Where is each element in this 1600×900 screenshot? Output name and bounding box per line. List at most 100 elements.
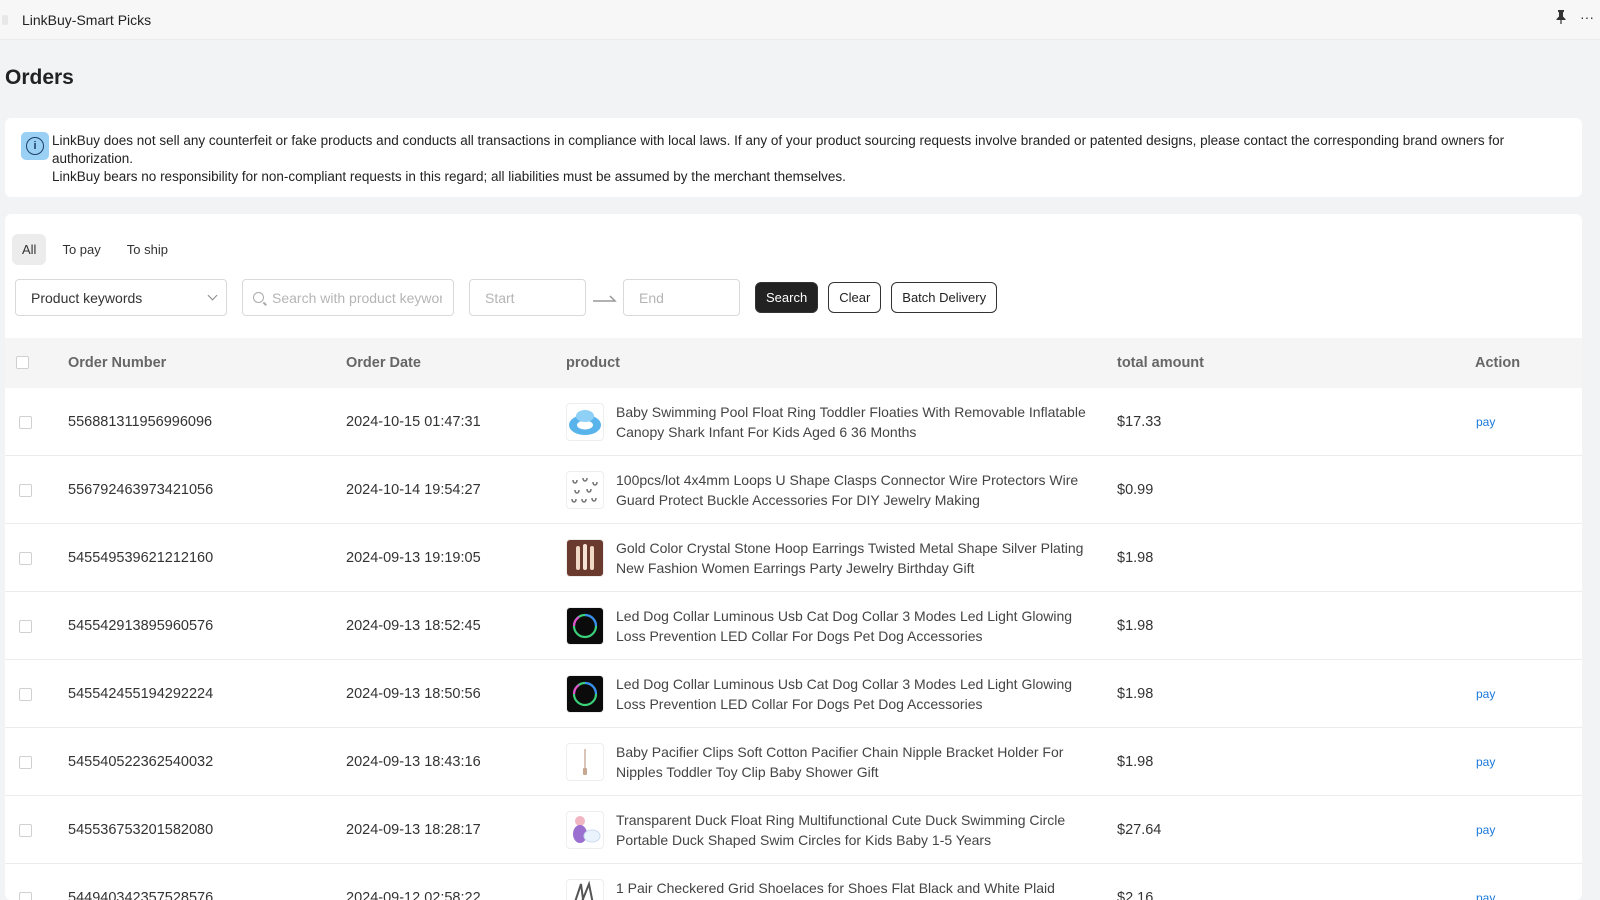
order-date: 2024-09-13 18:28:17	[346, 822, 481, 838]
order-date: 2024-09-13 19:19:05	[346, 550, 481, 566]
header-product: product	[566, 355, 620, 371]
product-cell: Baby Swimming Pool Float Ring Toddler Fl…	[566, 388, 1101, 456]
tab-to-pay[interactable]: To pay	[52, 234, 110, 265]
product-thumbnail[interactable]	[566, 539, 604, 577]
pay-link[interactable]: pay	[1476, 388, 1495, 456]
orders-panel: All To pay To ship Product keywords Sear…	[5, 214, 1582, 900]
table-row: 545549539621212160 2024-09-13 19:19:05 G…	[5, 524, 1582, 592]
table-row: 556881311956996096 2024-10-15 01:47:31 B…	[5, 388, 1582, 456]
product-cell: 100pcs/lot 4x4mm Loops U Shape Clasps Co…	[566, 456, 1101, 524]
product-thumbnail[interactable]	[566, 607, 604, 645]
product-name[interactable]: Transparent Duck Float Ring Multifunctio…	[616, 810, 1101, 850]
info-icon: i	[21, 132, 49, 160]
row-checkbox[interactable]	[19, 824, 32, 837]
app-logo-icon	[2, 14, 8, 25]
product-name[interactable]: 100pcs/lot 4x4mm Loops U Shape Clasps Co…	[616, 470, 1101, 510]
pay-link[interactable]: pay	[1476, 864, 1495, 900]
total-amount: $1.98	[1117, 550, 1154, 566]
row-checkbox[interactable]	[19, 620, 32, 633]
tab-all[interactable]: All	[12, 234, 47, 265]
order-number: 545549539621212160	[68, 550, 214, 566]
header-order-number: Order Number	[68, 355, 167, 371]
order-date: 2024-09-13 18:50:56	[346, 686, 481, 702]
total-amount: $1.98	[1117, 754, 1154, 770]
start-date-field[interactable]	[469, 279, 586, 316]
tab-to-ship[interactable]: To ship	[117, 234, 178, 265]
header-order-date: Order Date	[346, 355, 421, 371]
more-options-icon[interactable]: ···	[1580, 9, 1594, 25]
batch-delivery-button[interactable]: Batch Delivery	[891, 282, 998, 313]
search-icon	[253, 292, 264, 303]
product-cell: Led Dog Collar Luminous Usb Cat Dog Coll…	[566, 592, 1101, 660]
product-cell: Gold Color Crystal Stone Hoop Earrings T…	[566, 524, 1101, 592]
search-type-select[interactable]: Product keywords	[15, 279, 227, 316]
row-checkbox[interactable]	[19, 892, 32, 900]
search-button[interactable]: Search	[755, 282, 819, 313]
select-all-checkbox[interactable]	[16, 356, 29, 369]
order-date: 2024-09-13 18:43:16	[346, 754, 481, 770]
search-field[interactable]	[242, 279, 454, 316]
product-thumbnail[interactable]	[566, 879, 604, 900]
row-checkbox[interactable]	[19, 416, 32, 429]
order-date: 2024-10-14 19:54:27	[346, 482, 481, 498]
total-amount: $1.98	[1117, 686, 1154, 702]
pin-icon[interactable]	[1554, 9, 1568, 25]
pay-link[interactable]: pay	[1476, 728, 1495, 796]
chevron-down-icon	[207, 290, 218, 301]
filter-bar: Product keywords Search Clear Batch Deli…	[15, 279, 998, 316]
table-row: 556792463973421056 2024-10-14 19:54:27 1…	[5, 456, 1582, 524]
order-date: 2024-09-13 18:52:45	[346, 618, 481, 634]
product-thumbnail[interactable]	[566, 403, 604, 441]
title-bar: LinkBuy-Smart Picks ···	[0, 0, 1600, 40]
search-type-value: Product keywords	[31, 289, 143, 306]
clear-button[interactable]: Clear	[828, 282, 882, 313]
product-thumbnail[interactable]	[566, 675, 604, 713]
total-amount: $0.99	[1117, 482, 1154, 498]
order-date: 2024-10-15 01:47:31	[346, 414, 481, 430]
product-thumbnail[interactable]	[566, 743, 604, 781]
order-number: 545540522362540032	[68, 754, 214, 770]
product-cell: Transparent Duck Float Ring Multifunctio…	[566, 796, 1101, 864]
product-name[interactable]: Baby Swimming Pool Float Ring Toddler Fl…	[616, 402, 1101, 442]
order-date: 2024-09-12 02:58:22	[346, 890, 481, 900]
pay-link[interactable]: pay	[1476, 660, 1495, 728]
total-amount: $17.33	[1117, 414, 1162, 430]
table-header: Order Number Order Date product total am…	[5, 338, 1582, 388]
table-row: 545540522362540032 2024-09-13 18:43:16 B…	[5, 728, 1582, 796]
total-amount: $27.64	[1117, 822, 1162, 838]
product-cell: Baby Pacifier Clips Soft Cotton Pacifier…	[566, 728, 1101, 796]
table-row: 545536753201582080 2024-09-13 18:28:17 T…	[5, 796, 1582, 864]
row-checkbox[interactable]	[19, 484, 32, 497]
total-amount: $2.16	[1117, 890, 1154, 900]
product-cell: Led Dog Collar Luminous Usb Cat Dog Coll…	[566, 660, 1101, 728]
search-input[interactable]	[272, 289, 442, 306]
end-date-field[interactable]	[623, 279, 740, 316]
product-thumbnail[interactable]	[566, 471, 604, 509]
header-action: Action	[1475, 355, 1521, 371]
row-checkbox[interactable]	[19, 688, 32, 701]
product-name[interactable]: Gold Color Crystal Stone Hoop Earrings T…	[616, 538, 1101, 578]
product-cell: 1 Pair Checkered Grid Shoelaces for Shoe…	[566, 864, 1101, 900]
app-title: LinkBuy-Smart Picks	[22, 11, 152, 28]
table-row: 545542913895960576 2024-09-13 18:52:45 L…	[5, 592, 1582, 660]
table-row: 545542455194292224 2024-09-13 18:50:56 L…	[5, 660, 1582, 728]
compliance-notice: i LinkBuy does not sell any counterfeit …	[5, 118, 1582, 197]
date-range-arrow-icon	[586, 292, 623, 304]
product-thumbnail[interactable]	[566, 811, 604, 849]
page-title: Orders	[5, 66, 74, 89]
end-date-input[interactable]	[639, 289, 734, 306]
order-number: 545542455194292224	[68, 686, 214, 702]
row-checkbox[interactable]	[19, 552, 32, 565]
product-name[interactable]: Led Dog Collar Luminous Usb Cat Dog Coll…	[616, 606, 1101, 646]
notice-line-2: LinkBuy bears no responsibility for non-…	[52, 169, 846, 184]
row-checkbox[interactable]	[19, 756, 32, 769]
product-name[interactable]: Led Dog Collar Luminous Usb Cat Dog Coll…	[616, 674, 1101, 714]
pay-link[interactable]: pay	[1476, 796, 1495, 864]
order-number: 544940342357528576	[68, 890, 214, 900]
start-date-input[interactable]	[485, 289, 580, 306]
product-name[interactable]: Baby Pacifier Clips Soft Cotton Pacifier…	[616, 742, 1101, 782]
header-total-amount: total amount	[1117, 355, 1204, 371]
total-amount: $1.98	[1117, 618, 1154, 634]
product-name[interactable]: 1 Pair Checkered Grid Shoelaces for Shoe…	[616, 878, 1101, 900]
order-number: 545536753201582080	[68, 822, 214, 838]
